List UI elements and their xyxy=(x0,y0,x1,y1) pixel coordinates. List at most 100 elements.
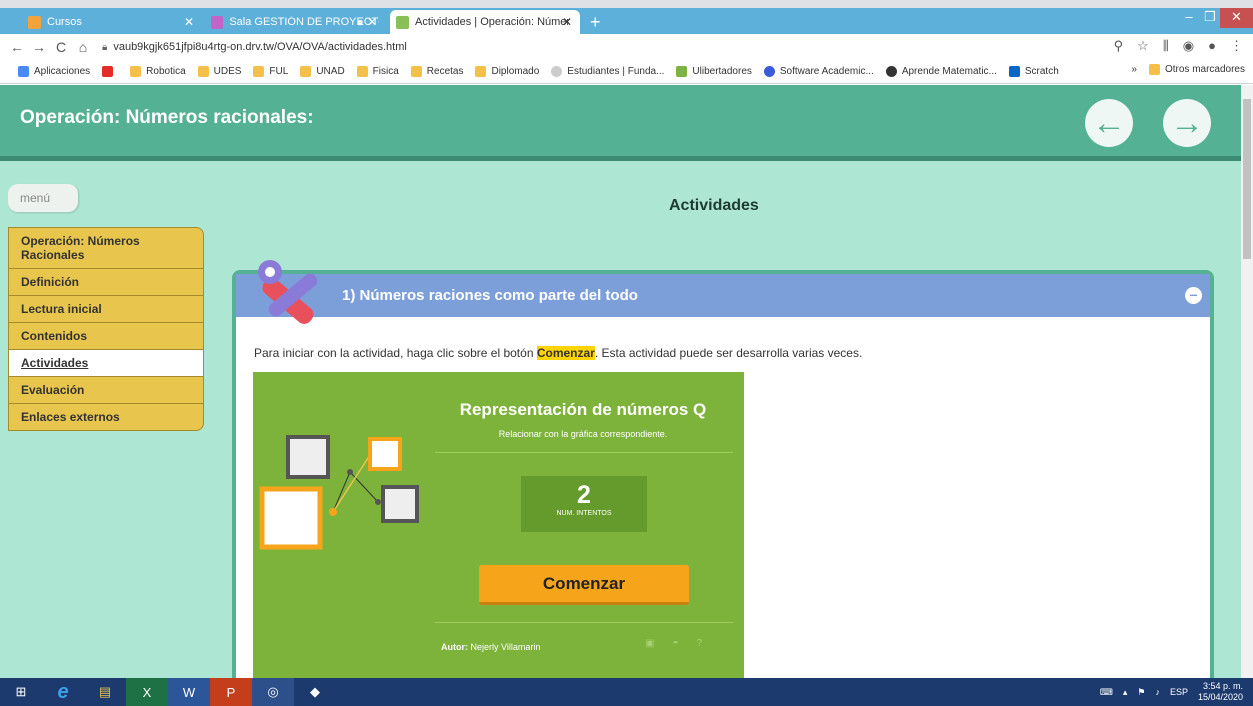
menu-item-lectura[interactable]: Lectura inicial xyxy=(8,296,204,323)
arrow-right-icon[interactable]: → xyxy=(1163,99,1211,147)
menu-item-definicion[interactable]: Definición xyxy=(8,269,204,296)
close-icon[interactable]: ● ✕ xyxy=(356,15,377,29)
collapse-icon[interactable]: – xyxy=(1185,287,1202,304)
game-subtitle: Relacionar con la gráfica correspondient… xyxy=(498,429,668,439)
bookmark-ulibertadores[interactable]: Ulibertadores xyxy=(676,66,752,77)
bookmark-aplicaciones[interactable]: Aplicaciones xyxy=(18,66,90,77)
bookmark-fisica[interactable]: Fisica xyxy=(356,66,399,77)
minimize-icon[interactable]: – xyxy=(1178,8,1200,28)
scrollbar-thumb[interactable] xyxy=(1243,99,1251,259)
menu-item-enlaces[interactable]: Enlaces externos xyxy=(8,404,204,431)
bookmark-label: Aprende Matematic... xyxy=(901,66,997,77)
chrome-icon[interactable]: ◎ xyxy=(252,678,294,706)
scrollbar[interactable] xyxy=(1241,85,1253,678)
folder-icon xyxy=(1148,64,1160,75)
zoom-icon[interactable]: ⚲ xyxy=(1114,38,1124,54)
clock[interactable]: 3:54 p. m. 15/04/2020 xyxy=(1198,681,1243,703)
extension-icon[interactable]: ⫼ xyxy=(1163,38,1169,54)
bookmark-label: Recetas xyxy=(426,66,464,77)
sound-icon[interactable]: ◓ xyxy=(672,638,678,649)
bookmark-aprende[interactable]: Aprende Matematic... xyxy=(885,66,997,77)
bookmark-label: UNAD xyxy=(316,66,345,77)
attempts-box: 2 NUM. INTENTOS xyxy=(521,476,647,532)
divider xyxy=(435,622,733,623)
forward-icon[interactable]: → xyxy=(28,39,50,55)
bookmark-software[interactable]: Software Academic... xyxy=(763,66,874,77)
bookmark-label: Aplicaciones xyxy=(34,66,91,77)
sala-favicon-icon xyxy=(211,15,224,29)
ulibertadores-icon xyxy=(676,66,688,77)
menu-item-operacion[interactable]: Operación: Números Racionales xyxy=(8,227,204,269)
bookmark-recetas[interactable]: Recetas xyxy=(410,66,464,77)
folder-icon xyxy=(410,66,422,77)
folder-icon xyxy=(475,66,487,77)
back-icon[interactable]: ← xyxy=(6,39,28,55)
star-icon[interactable]: ☆ xyxy=(1137,38,1149,54)
divider xyxy=(435,452,733,453)
menu-item-actividades[interactable]: Actividades xyxy=(8,350,204,377)
menu-button[interactable]: menú xyxy=(8,184,78,212)
help-icon[interactable]: ? xyxy=(697,638,703,649)
extension-circle-icon[interactable]: ◉ xyxy=(1183,38,1194,54)
language-indicator[interactable]: ESP xyxy=(1170,687,1188,697)
ie-icon[interactable]: e xyxy=(42,678,84,706)
bookmark-robotica[interactable]: Robotica xyxy=(130,66,186,77)
maximize-icon[interactable]: ❐ xyxy=(1200,8,1220,28)
attempts-value: 2 xyxy=(577,481,591,509)
bookmark-scratch[interactable]: Scratch xyxy=(1008,66,1059,77)
globe-icon xyxy=(551,66,563,77)
word-icon[interactable]: W xyxy=(168,678,210,706)
home-icon[interactable]: ⌂ xyxy=(72,39,94,55)
bookmark-youtube[interactable] xyxy=(102,66,118,77)
intro-text: Para iniciar con la actividad, haga clic… xyxy=(254,346,862,360)
kebab-menu-icon[interactable]: ⋮ xyxy=(1230,38,1243,54)
close-icon[interactable]: ✕ xyxy=(562,15,572,29)
excel-icon[interactable]: X xyxy=(126,678,168,706)
address-bar: ← → C ⌂ 🔒︎ vaub9kgjk651jfpi8u4rtg-on.drv… xyxy=(0,34,1253,60)
new-tab-icon[interactable]: + xyxy=(590,12,601,33)
other-bookmarks[interactable]: Otros marcadores xyxy=(1165,64,1245,75)
bookmark-label: UDES xyxy=(213,66,242,77)
reload-icon[interactable]: C xyxy=(50,39,72,55)
bookmark-label: Robotica xyxy=(146,66,186,77)
tray-expand-icon[interactable]: ▴ xyxy=(1123,687,1128,698)
matching-illustration-icon xyxy=(259,435,419,550)
clock-date: 15/04/2020 xyxy=(1197,692,1243,702)
tab-sala[interactable]: Sala GESTIÓN DE PROYECTO ● ✕ xyxy=(205,10,385,34)
activity-heading: 1) Números raciones como parte del todo xyxy=(342,287,638,304)
game-title: Representación de números Q xyxy=(459,400,707,419)
close-icon[interactable]: ✕ xyxy=(184,15,194,29)
network-icon[interactable]: ⚑ xyxy=(1137,687,1145,698)
window-close-icon[interactable]: ✕ xyxy=(1220,8,1253,28)
bookmark-ful[interactable]: FUL xyxy=(253,66,288,77)
sticky-notes-icon[interactable]: ◆ xyxy=(294,678,336,706)
bookmark-unad[interactable]: UNAD xyxy=(300,66,345,77)
powerpoint-icon[interactable]: P xyxy=(210,678,252,706)
fullscreen-icon[interactable]: ▣ xyxy=(645,638,654,649)
start-button[interactable]: Comenzar xyxy=(479,565,689,605)
linkedin-icon xyxy=(1008,66,1020,77)
url-field[interactable]: 🔒︎ vaub9kgjk651jfpi8u4rtg-on.drv.tw/OVA/… xyxy=(102,41,407,53)
file-explorer-icon[interactable]: ▤ xyxy=(84,678,126,706)
tab-actividades[interactable]: Actividades | Operación: Númer ✕ xyxy=(390,10,580,34)
menu-item-contenidos[interactable]: Contenidos xyxy=(8,323,204,350)
avatar[interactable]: ● xyxy=(1208,38,1216,54)
activity-header[interactable]: 1) Números raciones como parte del todo … xyxy=(236,274,1210,317)
folder-icon xyxy=(253,66,265,77)
tools-favicon-icon xyxy=(396,15,409,29)
apps-grid-icon xyxy=(18,66,29,77)
tab-title: Cursos xyxy=(47,16,82,28)
keyboard-icon[interactable]: ⌨ xyxy=(1100,687,1113,698)
more-bookmarks-icon[interactable]: » xyxy=(1131,64,1137,75)
tab-cursos[interactable]: Cursos ✕ xyxy=(22,10,202,34)
volume-icon[interactable]: ♪ xyxy=(1155,687,1160,697)
intro-highlight: Comenzar xyxy=(536,346,595,360)
arrow-left-icon[interactable]: ← xyxy=(1085,99,1133,147)
bookmark-estudiantes[interactable]: Estudiantes | Funda... xyxy=(551,66,664,77)
menu-item-evaluacion[interactable]: Evaluación xyxy=(8,377,204,404)
bookmark-diplomado[interactable]: Diplomado xyxy=(475,66,539,77)
windows-start-icon[interactable]: ⊞ xyxy=(0,678,42,706)
tools-icon xyxy=(258,260,318,324)
bookmark-udes[interactable]: UDES xyxy=(197,66,242,77)
section-title: Actividades xyxy=(669,197,759,214)
